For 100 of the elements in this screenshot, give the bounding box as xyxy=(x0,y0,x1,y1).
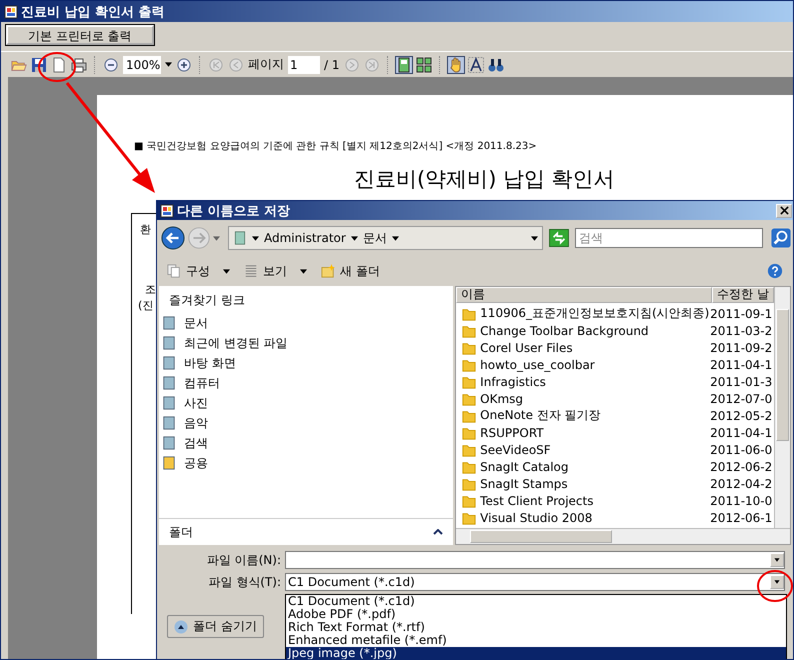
caret-icon[interactable] xyxy=(350,236,358,240)
page-total: / 1 xyxy=(324,58,340,72)
folder-icon xyxy=(462,510,476,524)
horizontal-scrollbar[interactable] xyxy=(456,528,790,544)
caret-icon[interactable] xyxy=(531,236,538,240)
folder-item[interactable]: Corel User Files xyxy=(456,340,710,354)
zoom-field[interactable]: 100% xyxy=(123,56,161,74)
hand-icon[interactable] xyxy=(448,56,464,72)
zoom-out-icon[interactable] xyxy=(103,56,119,72)
date-cell: 2011-01-3 xyxy=(710,374,772,388)
favorite-link[interactable]: 검색 xyxy=(159,433,454,453)
date-cell: 2011-03-2 xyxy=(710,324,772,338)
refresh-icon[interactable] xyxy=(549,229,569,247)
folder-icon xyxy=(462,460,476,474)
highlight-circle xyxy=(757,570,793,602)
favorite-link[interactable]: 문서 xyxy=(159,313,454,333)
command-button[interactable]: 구성 xyxy=(165,260,232,282)
folder-item[interactable]: RSUPPORT xyxy=(456,426,710,440)
command-button[interactable]: 새 폴더 xyxy=(319,260,382,282)
filetype-label: 파일 형식(T): xyxy=(208,574,281,590)
page-icon[interactable] xyxy=(51,56,67,72)
help-icon[interactable] xyxy=(767,263,783,279)
folder-icon xyxy=(462,494,476,508)
folder-icon xyxy=(462,408,476,422)
caret-icon[interactable] xyxy=(165,62,172,67)
date-cell: 2011-04-1 xyxy=(710,426,772,440)
folder-item[interactable]: Infragistics xyxy=(456,374,710,388)
address-bar[interactable]: Administrator 문서 xyxy=(228,226,543,250)
app-icon xyxy=(4,4,18,18)
app-icon xyxy=(160,204,174,218)
vertical-scrollbar[interactable] xyxy=(774,287,790,528)
search-field[interactable]: 검색 xyxy=(575,228,763,248)
date-cell: 2011-09-2 xyxy=(710,340,772,354)
document-title: 진료비(약제비) 납입 확인서 xyxy=(354,166,616,193)
list-view-icon xyxy=(244,264,258,278)
folder-icon xyxy=(462,476,476,490)
location-icon xyxy=(162,316,176,330)
caret-icon[interactable] xyxy=(252,236,259,240)
folder-icon xyxy=(462,392,476,406)
caret-icon xyxy=(223,268,230,274)
folder-item[interactable]: SeeVideoSF xyxy=(456,442,710,456)
folder-item[interactable]: OneNote 전자 필기장 xyxy=(456,407,710,424)
filetype-dropdown[interactable]: C1 Document (*.c1d) xyxy=(285,573,785,591)
filetype-option[interactable]: C1 Document (*.c1d) xyxy=(286,595,786,608)
print-icon[interactable] xyxy=(71,56,87,72)
favorite-link[interactable]: 바탕 화면 xyxy=(159,353,454,373)
column-header[interactable]: 수정한 날 xyxy=(712,287,774,303)
caret-icon xyxy=(300,268,307,274)
hide-folders-button[interactable]: 폴더 숨기기 xyxy=(167,615,264,638)
close-button[interactable] xyxy=(776,204,792,218)
highlight-circle xyxy=(38,52,76,82)
favorite-link[interactable]: 사진 xyxy=(159,393,454,413)
single-page-icon[interactable] xyxy=(396,56,412,72)
location-icon xyxy=(162,336,176,350)
filename-field[interactable] xyxy=(285,551,785,569)
table-text: (진 xyxy=(138,298,154,313)
folder-item[interactable]: Change Toolbar Background xyxy=(456,324,710,338)
print-default-button[interactable]: 기본 프린터로 출력 xyxy=(6,25,154,45)
text-select-icon[interactable] xyxy=(468,56,484,72)
date-cell: 2012-06-1 xyxy=(710,510,772,524)
folder-item[interactable]: SnagIt Stamps xyxy=(456,476,710,490)
new-folder-icon xyxy=(321,264,335,278)
pages-icon xyxy=(167,264,181,278)
favorites-heading: 즐겨찾기 링크 xyxy=(168,292,246,309)
command-button[interactable]: 보기 xyxy=(242,260,309,282)
date-cell: 2011-04-1 xyxy=(710,358,772,372)
breadcrumb-item[interactable]: 문서 xyxy=(362,230,387,246)
find-icon[interactable] xyxy=(488,56,504,72)
multi-page-icon[interactable] xyxy=(416,56,432,72)
dialog-title: 다른 이름으로 저장 xyxy=(177,202,290,220)
folder-icon xyxy=(462,306,476,320)
folder-item[interactable]: Test Client Projects xyxy=(456,494,710,508)
breadcrumb-item[interactable]: Administrator xyxy=(264,231,346,245)
favorite-link[interactable]: 컴퓨터 xyxy=(159,373,454,393)
filetype-option[interactable]: Enhanced metafile (*.emf) xyxy=(286,634,786,647)
page-number-field[interactable]: 1 xyxy=(288,56,320,74)
favorite-link[interactable]: 음악 xyxy=(159,413,454,433)
column-header[interactable]: 이름 xyxy=(456,287,712,303)
favorite-link[interactable]: 최근에 변경된 파일 xyxy=(159,333,454,353)
folder-item[interactable]: OKmsg xyxy=(456,392,710,406)
back-icon[interactable] xyxy=(161,226,185,250)
date-cell: 2012-06-2 xyxy=(710,460,772,474)
chevron-up-icon[interactable] xyxy=(433,529,444,535)
date-cell: 2011-10-0 xyxy=(710,494,772,508)
folders-toggle[interactable]: 폴더 xyxy=(159,518,454,545)
folder-icon xyxy=(462,426,476,440)
folder-item[interactable]: SnagIt Catalog xyxy=(456,460,710,474)
location-icon xyxy=(162,456,176,470)
favorite-link[interactable]: 공용 xyxy=(159,453,454,473)
filetype-option[interactable]: Rich Text Format (*.rtf) xyxy=(286,621,786,634)
chevron-up-icon xyxy=(174,620,188,634)
folder-item[interactable]: howto_use_coolbar xyxy=(456,358,710,372)
search-icon[interactable] xyxy=(771,228,791,248)
caret-icon[interactable] xyxy=(392,236,399,240)
filetype-option[interactable]: Adobe PDF (*.pdf) xyxy=(286,608,786,621)
folder-item[interactable]: 110906_표준개인정보보호지침(시안최종) xyxy=(456,305,710,322)
folder-icon xyxy=(462,374,476,388)
zoom-in-icon[interactable] xyxy=(176,56,192,72)
folder-item[interactable]: Visual Studio 2008 xyxy=(456,510,710,524)
folder-icon xyxy=(462,442,476,456)
